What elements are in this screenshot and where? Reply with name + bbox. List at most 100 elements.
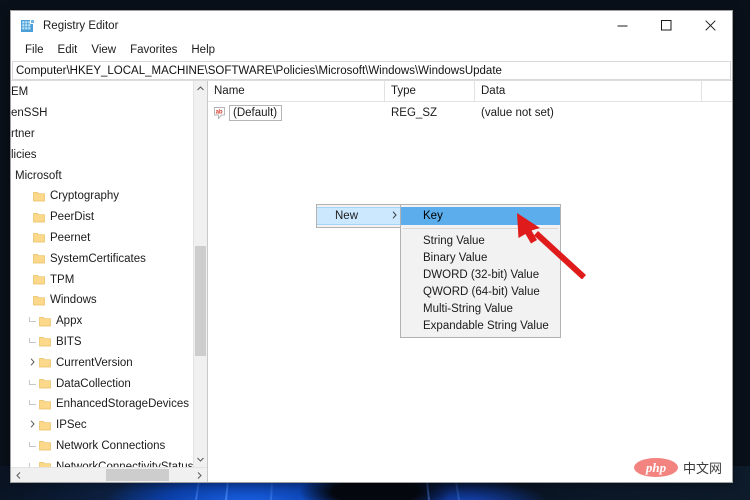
title-bar[interactable]: Registry Editor <box>11 11 732 40</box>
chevron-up-icon[interactable] <box>194 81 207 96</box>
tree-item[interactable]: SystemCertificates <box>11 248 193 269</box>
tree-item[interactable]: DataCollection <box>11 373 193 394</box>
tree-item[interactable]: EM <box>11 82 193 103</box>
column-header-type[interactable]: Type <box>385 81 475 101</box>
registry-editor-window: Registry Editor File Edit View Favorites… <box>10 10 733 483</box>
menu-help[interactable]: Help <box>184 42 222 59</box>
tree-item-label: Appx <box>56 315 83 328</box>
string-value-icon: ab <box>214 106 228 120</box>
menu-file[interactable]: File <box>18 42 51 59</box>
context-submenu-item[interactable]: Binary Value <box>401 249 560 266</box>
tree-vscroll-track[interactable] <box>194 96 207 452</box>
context-submenu-item[interactable]: Key <box>401 207 560 225</box>
chevron-down-icon[interactable] <box>194 452 207 467</box>
tree-item-label: TPM <box>50 273 75 286</box>
cell-data: (value not set) <box>481 107 554 119</box>
window-controls <box>600 11 732 40</box>
folder-icon <box>39 440 51 451</box>
folder-icon <box>33 274 45 285</box>
folder-icon <box>39 420 51 431</box>
window-title: Registry Editor <box>43 19 119 32</box>
tree-item-label: SystemCertificates <box>50 252 146 265</box>
tree-item[interactable]: EnhancedStorageDevices <box>11 394 193 415</box>
context-menu-item-new[interactable]: New <box>317 207 403 225</box>
context-submenu-item[interactable]: QWORD (64-bit) Value <box>401 283 560 300</box>
folder-icon <box>39 461 51 467</box>
tree-item-label: Peernet <box>50 231 91 244</box>
tree-item[interactable]: rtner <box>11 124 193 145</box>
minimize-icon <box>617 25 627 27</box>
maximize-button[interactable] <box>644 11 688 40</box>
menu-bar: File Edit View Favorites Help <box>11 40 732 61</box>
tree-item-label: Windows <box>50 294 97 307</box>
svg-text:ab: ab <box>216 109 223 115</box>
tree-item[interactable]: BITS <box>11 332 193 353</box>
context-submenu-item[interactable]: Multi-String Value <box>401 300 560 317</box>
tree-vertical-scrollbar[interactable] <box>193 81 207 467</box>
watermark-php-badge: php <box>633 458 678 477</box>
tree-item[interactable]: licies <box>11 144 193 165</box>
table-row[interactable]: ab (Default) REG_SZ (value not set) <box>208 104 732 122</box>
tree-item[interactable]: Appx <box>11 311 193 332</box>
tree-item-label: enSSH <box>11 107 48 120</box>
list-header: Name Type Data <box>208 81 732 102</box>
chevron-left-icon[interactable] <box>11 468 26 482</box>
tree-item[interactable]: IPSec <box>11 415 193 436</box>
menu-favorites[interactable]: Favorites <box>123 42 184 59</box>
tree-hscroll-thumb[interactable] <box>105 469 169 481</box>
close-button[interactable] <box>688 11 732 40</box>
editor-content: EM enSSH rtner licies Microsoft Cryptography P… <box>11 80 732 482</box>
tree-item-label: EM <box>11 86 29 99</box>
folder-icon <box>39 336 51 347</box>
tree-item[interactable]: Windows <box>11 290 193 311</box>
folder-icon <box>39 357 51 368</box>
address-bar[interactable]: Computer\HKEY_LOCAL_MACHINE\SOFTWARE\Pol… <box>12 61 731 80</box>
tree-item[interactable]: TPM <box>11 269 193 290</box>
cell-name: ab (Default) <box>208 105 385 121</box>
tree-item[interactable]: Network Connections <box>11 436 193 457</box>
folder-icon <box>39 316 51 327</box>
context-submenu-item[interactable]: String Value <box>401 232 560 249</box>
tree-item-label: rtner <box>11 127 35 140</box>
context-submenu-item[interactable]: DWORD (32-bit) Value <box>401 266 560 283</box>
column-header-data[interactable]: Data <box>475 81 702 101</box>
title-bar-left: Registry Editor <box>11 18 118 34</box>
tree-item[interactable]: enSSH <box>11 103 193 124</box>
context-menu-separator <box>403 228 558 229</box>
tree-horizontal-scrollbar[interactable] <box>11 467 207 482</box>
close-icon <box>704 20 716 31</box>
context-menu-item-new-label: New <box>335 210 359 222</box>
tree-item[interactable]: Cryptography <box>11 186 193 207</box>
context-submenu-new: Key String Value Binary Value DWORD (32-bit… <box>400 204 561 338</box>
menu-view[interactable]: View <box>84 42 123 59</box>
context-submenu-item[interactable]: Expandable String Value <box>401 317 560 334</box>
tree-vscroll-thumb[interactable] <box>195 245 206 356</box>
tree-item[interactable]: PeerDist <box>11 207 193 228</box>
tree-hscroll-track[interactable] <box>26 468 192 482</box>
chevron-right-icon[interactable] <box>25 420 39 430</box>
folder-icon <box>39 399 51 410</box>
registry-tree[interactable]: EM enSSH rtner licies Microsoft Cryptography P… <box>11 81 193 467</box>
chevron-right-icon[interactable] <box>25 358 39 368</box>
registry-tree-pane: EM enSSH rtner licies Microsoft Cryptography P… <box>11 81 208 482</box>
chevron-right-icon[interactable] <box>192 468 207 482</box>
tree-item-label: Cryptography <box>50 190 120 203</box>
cell-type: REG_SZ <box>391 107 438 119</box>
tree-item[interactable]: Peernet <box>11 228 193 249</box>
tree-item[interactable]: Microsoft <box>11 165 193 186</box>
tree-item-label: Microsoft <box>15 169 62 182</box>
maximize-icon <box>660 20 671 31</box>
folder-icon <box>33 253 45 264</box>
minimize-button[interactable] <box>600 11 644 40</box>
menu-edit[interactable]: Edit <box>51 42 85 59</box>
folder-icon <box>33 232 45 243</box>
tree-item-label: DataCollection <box>56 377 131 390</box>
tree-item-label: IPSec <box>56 419 87 432</box>
column-header-name[interactable]: Name <box>208 81 385 101</box>
tree-item[interactable]: NetworkConnectivityStatusIndicator <box>11 456 193 467</box>
folder-icon <box>33 191 45 202</box>
tree-item-label: CurrentVersion <box>56 356 133 369</box>
tree-item[interactable]: CurrentVersion <box>11 352 193 373</box>
tree-item-label: licies <box>11 148 37 161</box>
folder-icon <box>39 378 51 389</box>
